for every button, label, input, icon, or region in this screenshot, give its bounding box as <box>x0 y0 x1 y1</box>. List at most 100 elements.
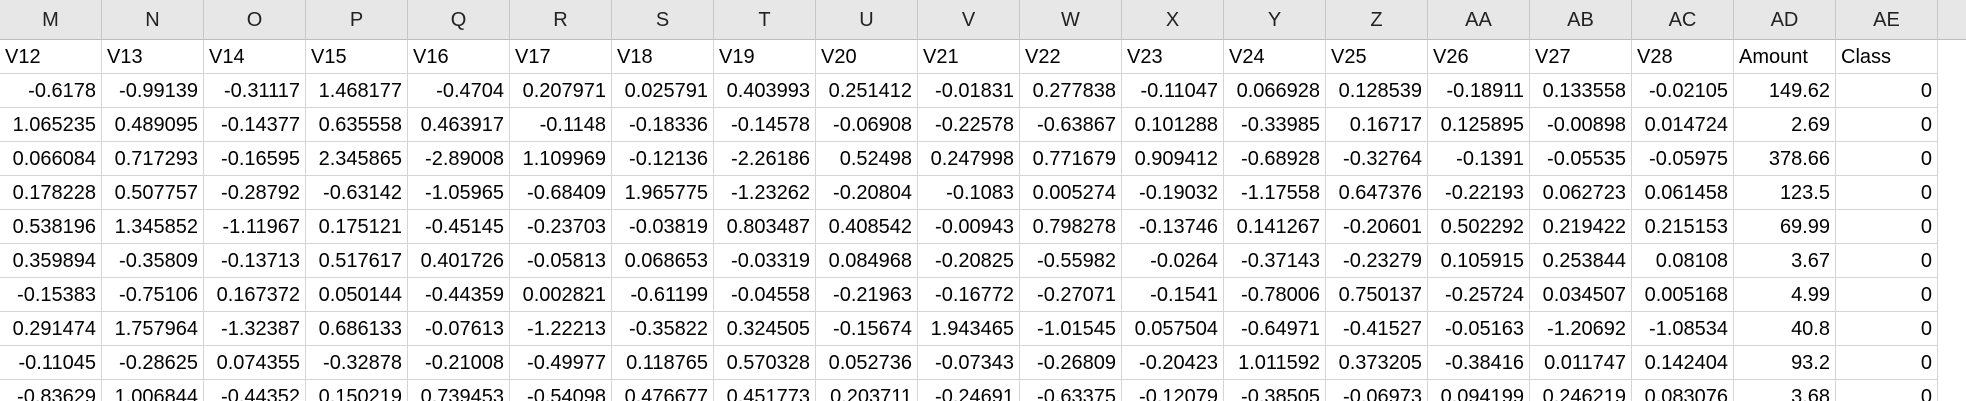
table-cell[interactable]: 0 <box>1836 312 1938 346</box>
table-cell[interactable]: -0.21963 <box>816 278 918 312</box>
field-name-cell[interactable]: Class <box>1836 40 1938 74</box>
field-name-cell[interactable]: V13 <box>102 40 204 74</box>
field-name-cell[interactable]: V22 <box>1020 40 1122 74</box>
table-cell[interactable]: -1.23262 <box>714 176 816 210</box>
table-cell[interactable]: -0.63375 <box>1020 380 1122 401</box>
table-cell[interactable]: -0.12079 <box>1122 380 1224 401</box>
table-cell[interactable]: 0.403993 <box>714 74 816 108</box>
table-cell[interactable]: 0.150219 <box>306 380 408 401</box>
table-cell[interactable]: -0.99139 <box>102 74 204 108</box>
table-cell[interactable]: -1.20692 <box>1530 312 1632 346</box>
table-cell[interactable]: -0.24691 <box>918 380 1020 401</box>
table-cell[interactable]: -0.26809 <box>1020 346 1122 380</box>
table-cell[interactable]: 0.133558 <box>1530 74 1632 108</box>
column-header[interactable]: AE <box>1836 0 1938 40</box>
table-cell[interactable]: 0.034507 <box>1530 278 1632 312</box>
table-cell[interactable]: -0.44352 <box>204 380 306 401</box>
table-cell[interactable]: -0.06973 <box>1326 380 1428 401</box>
table-cell[interactable]: -0.02105 <box>1632 74 1734 108</box>
field-name-cell[interactable]: V16 <box>408 40 510 74</box>
table-cell[interactable]: -0.00898 <box>1530 108 1632 142</box>
table-cell[interactable]: 0.750137 <box>1326 278 1428 312</box>
column-header[interactable]: U <box>816 0 918 40</box>
table-cell[interactable]: 1.006844 <box>102 380 204 401</box>
table-cell[interactable]: -0.11047 <box>1122 74 1224 108</box>
table-cell[interactable]: -0.4704 <box>408 74 510 108</box>
table-cell[interactable]: 40.8 <box>1734 312 1836 346</box>
table-cell[interactable]: -0.32878 <box>306 346 408 380</box>
field-name-cell[interactable]: V12 <box>0 40 102 74</box>
table-cell[interactable]: 0.647376 <box>1326 176 1428 210</box>
table-cell[interactable]: 0.253844 <box>1530 244 1632 278</box>
table-cell[interactable]: -0.35822 <box>612 312 714 346</box>
table-cell[interactable]: 149.62 <box>1734 74 1836 108</box>
table-cell[interactable]: 0.083076 <box>1632 380 1734 401</box>
table-cell[interactable]: 0.175121 <box>306 210 408 244</box>
table-cell[interactable]: 0.094199 <box>1428 380 1530 401</box>
table-cell[interactable]: -0.49977 <box>510 346 612 380</box>
table-cell[interactable]: -0.33985 <box>1224 108 1326 142</box>
table-cell[interactable]: -0.25724 <box>1428 278 1530 312</box>
table-cell[interactable]: -0.20601 <box>1326 210 1428 244</box>
table-cell[interactable]: 0.251412 <box>816 74 918 108</box>
table-cell[interactable]: -1.11967 <box>204 210 306 244</box>
column-header[interactable]: P <box>306 0 408 40</box>
field-name-cell[interactable]: V18 <box>612 40 714 74</box>
table-cell[interactable]: -0.18336 <box>612 108 714 142</box>
table-cell[interactable]: 0.005168 <box>1632 278 1734 312</box>
table-cell[interactable]: -0.01831 <box>918 74 1020 108</box>
table-cell[interactable]: -0.20423 <box>1122 346 1224 380</box>
column-header[interactable]: AB <box>1530 0 1632 40</box>
table-cell[interactable]: 1.345852 <box>102 210 204 244</box>
table-cell[interactable]: 0.167372 <box>204 278 306 312</box>
table-cell[interactable]: -0.64971 <box>1224 312 1326 346</box>
table-cell[interactable]: -2.26186 <box>714 142 816 176</box>
table-cell[interactable]: 0.16717 <box>1326 108 1428 142</box>
field-name-cell[interactable]: V26 <box>1428 40 1530 74</box>
table-cell[interactable]: 2.345865 <box>306 142 408 176</box>
table-cell[interactable]: -0.6178 <box>0 74 102 108</box>
table-cell[interactable]: -0.06908 <box>816 108 918 142</box>
table-cell[interactable]: -0.68928 <box>1224 142 1326 176</box>
table-cell[interactable]: -0.04558 <box>714 278 816 312</box>
table-cell[interactable]: -0.0264 <box>1122 244 1224 278</box>
column-header[interactable]: T <box>714 0 816 40</box>
table-cell[interactable]: -0.55982 <box>1020 244 1122 278</box>
table-cell[interactable]: -0.16595 <box>204 142 306 176</box>
table-cell[interactable]: -0.07613 <box>408 312 510 346</box>
table-cell[interactable]: 0.002821 <box>510 278 612 312</box>
field-name-cell[interactable]: Amount <box>1734 40 1836 74</box>
table-cell[interactable]: 0.507757 <box>102 176 204 210</box>
table-cell[interactable]: -0.63867 <box>1020 108 1122 142</box>
table-cell[interactable]: 0.277838 <box>1020 74 1122 108</box>
table-cell[interactable]: -0.05975 <box>1632 142 1734 176</box>
table-cell[interactable]: 0.125895 <box>1428 108 1530 142</box>
table-cell[interactable]: -0.05163 <box>1428 312 1530 346</box>
table-cell[interactable]: -0.23279 <box>1326 244 1428 278</box>
table-cell[interactable]: 0.463917 <box>408 108 510 142</box>
table-cell[interactable]: -1.08534 <box>1632 312 1734 346</box>
table-cell[interactable]: -1.05965 <box>408 176 510 210</box>
table-cell[interactable]: -2.89008 <box>408 142 510 176</box>
table-cell[interactable]: -0.38416 <box>1428 346 1530 380</box>
table-cell[interactable]: 0.246219 <box>1530 380 1632 401</box>
table-cell[interactable]: -1.32387 <box>204 312 306 346</box>
table-cell[interactable]: 0.451773 <box>714 380 816 401</box>
table-cell[interactable]: -0.31117 <box>204 74 306 108</box>
table-cell[interactable]: 0.798278 <box>1020 210 1122 244</box>
table-cell[interactable]: 1.965775 <box>612 176 714 210</box>
table-cell[interactable]: -0.15674 <box>816 312 918 346</box>
field-name-cell[interactable]: V15 <box>306 40 408 74</box>
table-cell[interactable]: 0.408542 <box>816 210 918 244</box>
table-cell[interactable]: -0.1391 <box>1428 142 1530 176</box>
table-cell[interactable]: 0.141267 <box>1224 210 1326 244</box>
table-cell[interactable]: -0.19032 <box>1122 176 1224 210</box>
table-cell[interactable]: 0 <box>1836 244 1938 278</box>
column-header[interactable]: S <box>612 0 714 40</box>
column-header[interactable]: AA <box>1428 0 1530 40</box>
table-cell[interactable]: 0.686133 <box>306 312 408 346</box>
table-cell[interactable]: 0.074355 <box>204 346 306 380</box>
table-cell[interactable]: -0.28792 <box>204 176 306 210</box>
table-cell[interactable]: -0.13713 <box>204 244 306 278</box>
table-cell[interactable]: -0.1083 <box>918 176 1020 210</box>
